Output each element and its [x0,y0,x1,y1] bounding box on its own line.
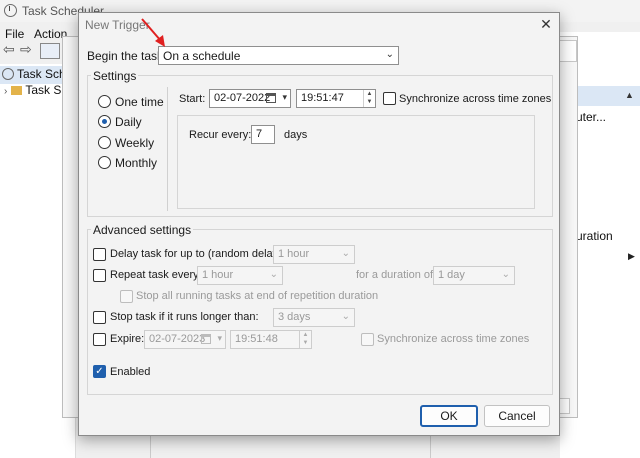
enabled-checkbox[interactable]: ✓ [93,365,106,378]
begin-task-value: On a schedule [163,49,241,63]
delay-task-select[interactable]: 1 hour ⌄ [273,245,355,264]
start-label: Start: [179,93,206,105]
calendar-icon [201,334,211,344]
begin-task-select[interactable]: On a schedule ⌄ [158,46,399,65]
divider [430,436,431,458]
start-time-value: 19:51:47 [301,92,344,104]
radio-weekly[interactable] [98,136,111,149]
expire-time-value: 19:51:48 [235,333,278,345]
folder-icon [11,86,23,95]
expire-label: Expire: [110,333,145,345]
clock-icon [2,68,14,80]
settings-divider [167,87,168,211]
duration-label: for a duration of: [356,269,437,281]
chevron-down-icon: ▾ [282,92,287,102]
divider [150,436,151,458]
task-scheduler-icon [4,4,17,17]
time-spinner-icon[interactable]: ▲ ▼ [363,90,375,107]
enabled-label: Enabled [110,366,151,378]
tree-item-library[interactable]: › Task S [2,83,61,97]
radio-one-time-label: One time [115,95,164,109]
chevron-down-icon: ⌄ [341,311,350,322]
repeat-task-label: Repeat task every: [110,269,202,281]
recur-every-label: Recur every: [189,129,252,141]
stop-running-tasks-label: Stop all running tasks at end of repetit… [136,290,379,302]
actions-item-duration[interactable]: uration [576,229,613,243]
chevron-down-icon: ⌄ [385,49,394,60]
time-spinner-icon[interactable]: ▲ ▼ [299,331,311,348]
chevron-down-icon: ⌄ [341,248,350,259]
expire-time-field[interactable]: 19:51:48 ▲ ▼ [230,330,312,349]
radio-one-time[interactable] [98,95,111,108]
delay-task-label: Delay task for up to (random delay): [110,248,285,260]
ok-button[interactable]: OK [420,405,478,427]
chevron-down-icon: ⌄ [269,269,278,280]
close-icon[interactable]: ✕ [537,16,555,33]
delay-task-value: 1 hour [278,248,310,260]
chevron-down-icon: ⌄ [501,269,510,280]
menu-file[interactable]: File [5,27,24,41]
recur-every-field[interactable]: 7 [251,125,275,144]
back-arrow-icon[interactable]: ⇦ [3,41,15,58]
start-date-value: 02-07-2022 [214,92,271,104]
expire-sync-checkbox[interactable] [361,333,374,346]
submenu-arrow-icon[interactable]: ▶ [628,251,635,262]
sync-time-zones-checkbox[interactable] [383,92,396,105]
tree-item-label: Task S [25,83,62,97]
delay-task-checkbox[interactable] [93,248,106,261]
collapse-triangle-icon[interactable]: ▲ [625,90,634,100]
chevron-right-icon[interactable]: › [4,86,7,97]
begin-task-label: Begin the task: [87,49,167,63]
stop-task-longer-label: Stop task if it runs longer than: [110,311,259,323]
chevron-down-icon: ▾ [217,333,222,343]
new-trigger-dialog: New Trigger ✕ Begin the task: On a sched… [78,12,560,436]
recur-every-value: 7 [256,128,263,140]
advanced-settings-legend: Advanced settings [91,223,194,237]
recur-unit-label: days [284,129,308,141]
expire-date-value: 02-07-2023 [149,333,206,345]
settings-legend: Settings [91,69,139,83]
expire-sync-label: Synchronize across time zones [377,333,530,345]
stop-task-longer-select[interactable]: 3 days ⌄ [273,308,355,327]
radio-monthly-label: Monthly [115,156,158,170]
start-time-field[interactable]: 19:51:47 ▲ ▼ [296,89,376,108]
forward-arrow-icon[interactable]: ⇨ [20,41,32,58]
repeat-task-checkbox[interactable] [93,269,106,282]
repeat-task-value: 1 hour [202,269,234,281]
repeat-task-select[interactable]: 1 hour ⌄ [197,266,283,285]
sync-time-zones-label: Synchronize across time zones [399,93,552,105]
radio-daily-label: Daily [115,115,142,129]
radio-weekly-label: Weekly [115,136,155,150]
radio-monthly[interactable] [98,156,111,169]
duration-select[interactable]: 1 day ⌄ [433,266,515,285]
start-date-picker[interactable]: 02-07-2022 ▾ [209,89,291,108]
radio-daily[interactable] [98,115,111,128]
expire-date-picker[interactable]: 02-07-2023 ▾ [144,330,226,349]
actions-item-uter[interactable]: uter... [576,110,606,124]
stop-running-tasks-checkbox[interactable] [120,290,133,303]
expire-checkbox[interactable] [93,333,106,346]
annotation-arrow-icon [141,18,165,47]
pane-toggle-icon[interactable] [40,43,60,59]
calendar-icon [266,93,276,103]
duration-value: 1 day [438,269,465,281]
stop-task-longer-value: 3 days [278,311,311,323]
stop-task-longer-checkbox[interactable] [93,311,106,324]
cancel-button[interactable]: Cancel [484,405,550,427]
